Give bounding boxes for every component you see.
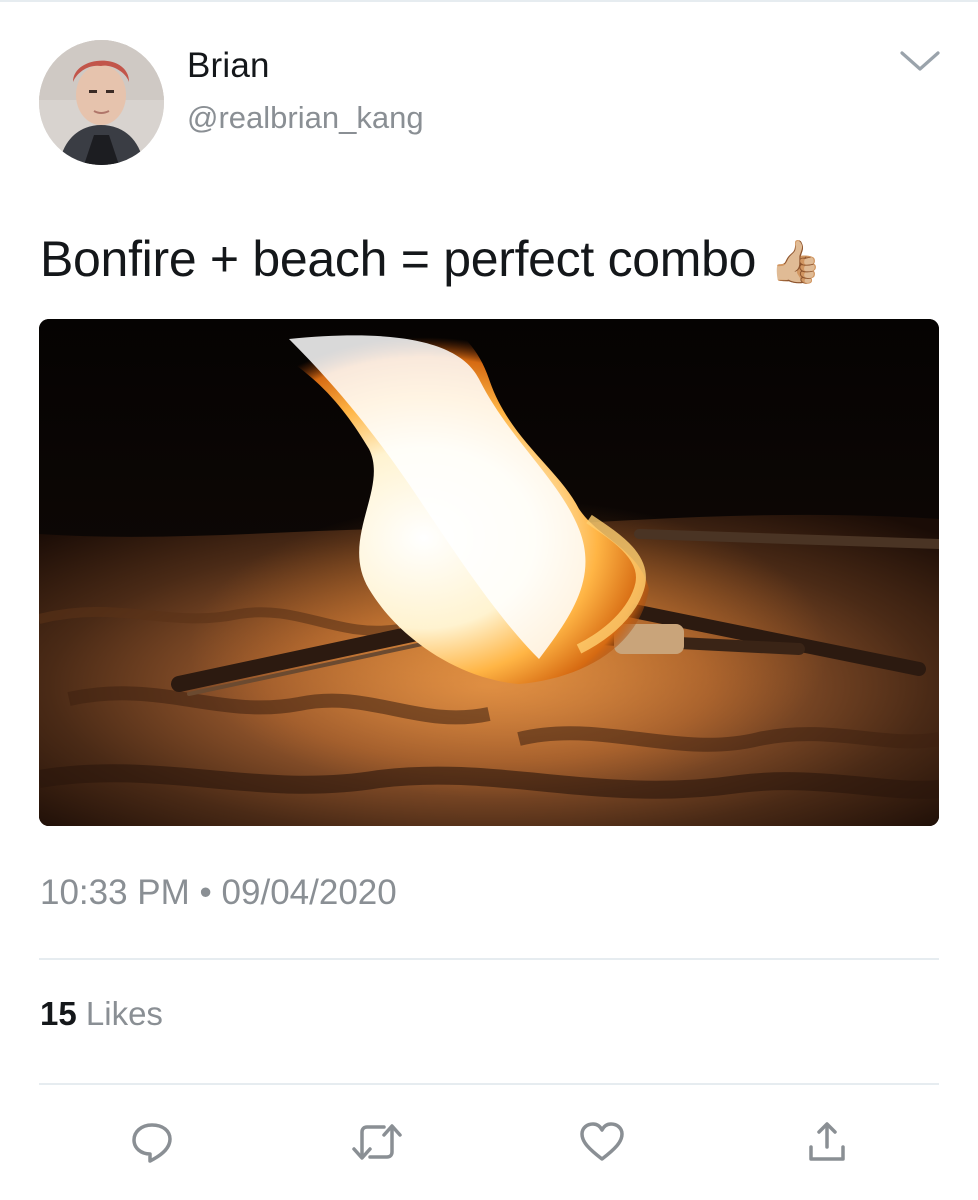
tweet-timestamp[interactable]: 10:33 PM • 09/04/2020 bbox=[40, 873, 397, 913]
tweet-body: Bonfire + beach = perfect combo bbox=[40, 231, 757, 287]
likes-count: 15 bbox=[40, 995, 77, 1032]
bonfire-photo bbox=[39, 319, 939, 826]
tweet-time: 10:33 PM bbox=[40, 873, 190, 912]
tweet-date: 09/04/2020 bbox=[221, 873, 397, 912]
retweet-icon[interactable] bbox=[350, 1115, 404, 1169]
timestamp-separator: • bbox=[199, 873, 212, 912]
divider bbox=[39, 958, 939, 960]
likes-stat[interactable]: 15 Likes bbox=[40, 995, 163, 1033]
reply-icon[interactable] bbox=[125, 1115, 179, 1169]
top-border bbox=[0, 0, 978, 2]
author-handle[interactable]: @realbrian_kang bbox=[187, 100, 424, 136]
thumbs-up-emoji: 👍🏼 bbox=[769, 238, 822, 285]
divider bbox=[39, 1083, 939, 1085]
tweet-photo[interactable] bbox=[39, 319, 939, 826]
share-icon[interactable] bbox=[800, 1115, 854, 1169]
avatar-image bbox=[39, 40, 164, 165]
tweet-text: Bonfire + beach = perfect combo 👍🏼 bbox=[40, 230, 822, 288]
author-name[interactable]: Brian bbox=[187, 46, 270, 86]
avatar[interactable] bbox=[39, 40, 164, 165]
likes-label: Likes bbox=[85, 995, 163, 1032]
chevron-down-icon[interactable] bbox=[898, 45, 942, 77]
heart-icon[interactable] bbox=[575, 1115, 629, 1169]
